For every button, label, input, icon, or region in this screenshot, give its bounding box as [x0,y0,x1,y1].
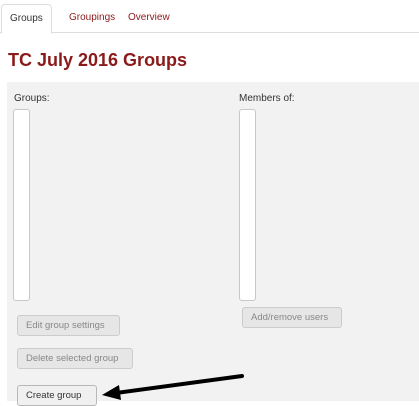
tab-overview[interactable]: Overview [120,4,178,33]
groups-select[interactable] [13,109,30,301]
tab-groupings[interactable]: Groupings [61,4,123,33]
members-label: Members of: [239,93,295,104]
add-remove-users-button[interactable]: Add/remove users [242,307,342,328]
tab-groups[interactable]: Groups [1,4,52,34]
create-group-button[interactable]: Create group [17,385,97,406]
edit-group-settings-button[interactable]: Edit group settings [17,315,120,336]
members-select[interactable] [239,109,256,301]
page-title: TC July 2016 Groups [8,50,188,70]
groups-form-panel: Groups: Members of: Edit group settings … [7,82,419,406]
groups-label: Groups: [14,93,50,104]
delete-selected-group-button[interactable]: Delete selected group [17,348,133,369]
tab-bar: Groups Groupings Overview [0,0,419,34]
